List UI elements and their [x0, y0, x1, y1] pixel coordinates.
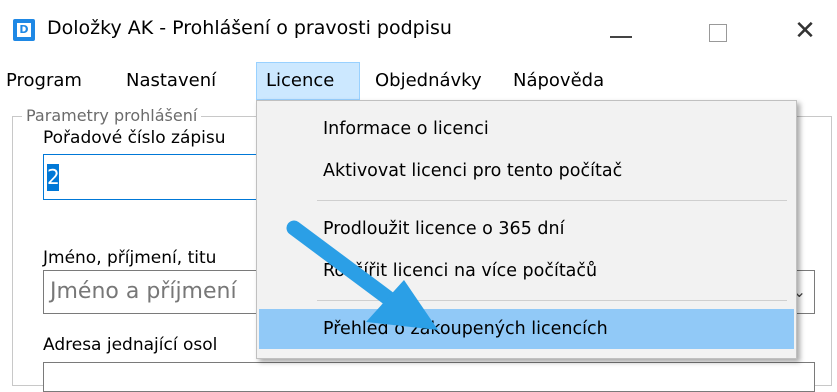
menu-napoveda[interactable]: Nápověda: [513, 62, 604, 100]
licence-menu-dropdown: Informace o licenci Aktivovat licenci pr…: [256, 100, 797, 359]
close-icon: ✕: [794, 16, 816, 46]
menu-separator: [317, 300, 787, 301]
menu-item-extend-license[interactable]: Prodloužit licence o 365 dní: [259, 209, 794, 249]
name-placeholder: Jméno a příjmení: [50, 279, 237, 304]
app-icon: D: [13, 19, 35, 41]
menu-program[interactable]: Program: [6, 62, 82, 100]
title-bar: D Doložky AK - Prohlášení o pravosti pod…: [0, 0, 837, 62]
menu-item-license-info[interactable]: Informace o licenci: [259, 109, 794, 149]
name-label: Jméno, příjmení, titu: [43, 248, 217, 268]
menu-nastaveni[interactable]: Nastavení: [126, 62, 216, 100]
minimize-button[interactable]: [600, 14, 640, 48]
menu-item-expand-license[interactable]: Rozšířit licenci na více počítačů: [259, 251, 794, 291]
app-icon-letter: D: [17, 23, 31, 37]
group-title: Parametry prohlášení: [22, 106, 202, 125]
address-label: Adresa jednající osol: [43, 335, 218, 355]
menu-item-activate-license[interactable]: Aktivovat licenci pro tento počítač: [259, 151, 794, 191]
menu-item-purchased-licenses[interactable]: Přehled o zakoupených licencích: [259, 309, 794, 349]
order-number-input[interactable]: 2: [43, 154, 273, 200]
minimize-icon: [610, 36, 632, 38]
menu-bar: Program Nastavení Licence Objednávky Náp…: [0, 62, 837, 102]
close-button[interactable]: ✕: [785, 14, 825, 48]
order-number-label: Pořadové číslo zápisu: [43, 128, 226, 148]
address-input[interactable]: [43, 362, 815, 392]
window-title: Doložky AK - Prohlášení o pravosti podpi…: [47, 17, 452, 39]
menu-separator: [317, 200, 787, 201]
maximize-icon: [709, 24, 727, 42]
menu-objednavky[interactable]: Objednávky: [375, 62, 482, 100]
maximize-button[interactable]: [697, 14, 737, 48]
order-number-value: 2: [47, 164, 60, 191]
menu-licence[interactable]: Licence: [256, 62, 360, 100]
